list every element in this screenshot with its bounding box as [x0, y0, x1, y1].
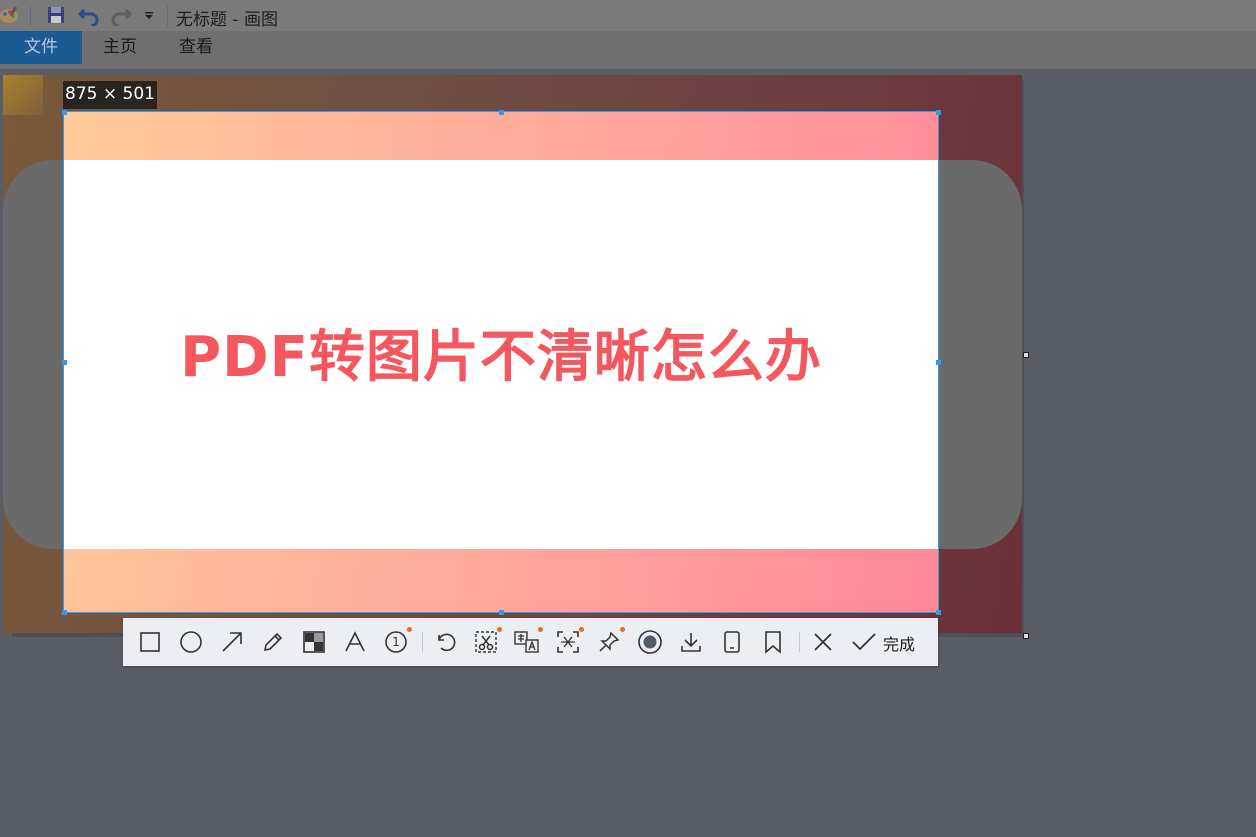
toolbar-separator [422, 632, 423, 652]
selection-handle-left[interactable] [62, 360, 67, 365]
selection-size-label: 875 × 501 [63, 81, 157, 109]
redo-icon[interactable] [110, 4, 132, 26]
download-icon[interactable] [677, 628, 705, 656]
tab-file[interactable]: 文件 [0, 31, 82, 64]
selection-handle-top-right[interactable] [936, 110, 941, 115]
new-feature-dot [620, 627, 625, 632]
paint-app-icon[interactable] [0, 4, 20, 26]
close-icon[interactable] [809, 628, 837, 656]
canvas-resize-handle-corner[interactable] [1023, 633, 1029, 639]
selection-handle-top[interactable] [499, 110, 504, 115]
image-headline: PDF转图片不清晰怎么办 [180, 325, 822, 390]
done-button-label[interactable]: 完成 [883, 631, 915, 655]
snip-toolbar: 1 完成 [123, 618, 938, 666]
mosaic-icon[interactable] [300, 628, 328, 656]
circle-icon[interactable] [177, 628, 205, 656]
selection-handle-top-left[interactable] [62, 110, 67, 115]
undo-icon[interactable] [431, 628, 459, 656]
phone-icon[interactable] [718, 628, 746, 656]
new-feature-dot [407, 627, 412, 632]
text-icon[interactable] [341, 628, 369, 656]
pin-icon[interactable] [595, 627, 625, 656]
selection-handle-bottom[interactable] [499, 610, 504, 615]
selection-handle-bottom-left[interactable] [62, 610, 67, 615]
customize-quick-access-icon[interactable] [138, 4, 160, 26]
selection-handle-bottom-right[interactable] [936, 610, 941, 615]
title-separator [30, 6, 31, 26]
window-title: 无标题 - 画图 [176, 10, 278, 30]
save-icon[interactable] [45, 4, 67, 26]
capture-selection[interactable]: PDF转图片不清晰怎么办 [63, 111, 939, 613]
tab-view[interactable]: 查看 [158, 31, 234, 64]
title-separator [167, 6, 168, 26]
title-bar: 无标题 - 画图 [0, 0, 1256, 31]
translate-icon[interactable] [513, 627, 543, 656]
bookmark-icon[interactable] [759, 628, 787, 656]
rectangle-icon[interactable] [136, 628, 164, 656]
new-feature-dot [497, 627, 502, 632]
ribbon-tabs: 文件 主页 查看 [0, 31, 1256, 67]
number-marker-label: 1 [392, 635, 400, 649]
selection-handle-right[interactable] [936, 360, 941, 365]
pencil-icon[interactable] [259, 628, 287, 656]
check-icon[interactable] [850, 628, 878, 656]
record-icon[interactable] [636, 628, 664, 656]
cut-icon[interactable] [472, 627, 502, 656]
ribbon-divider [0, 67, 1256, 69]
undo-icon[interactable] [78, 4, 100, 26]
tab-home[interactable]: 主页 [82, 31, 158, 64]
new-feature-dot [579, 627, 584, 632]
ocr-icon[interactable] [554, 627, 584, 656]
toolbar-separator [799, 632, 800, 652]
new-feature-dot [538, 627, 543, 632]
arrow-icon[interactable] [218, 628, 246, 656]
canvas-corner-decoration [3, 75, 43, 115]
canvas-resize-handle-right[interactable] [1023, 352, 1029, 358]
number-marker-icon[interactable]: 1 [382, 627, 412, 656]
